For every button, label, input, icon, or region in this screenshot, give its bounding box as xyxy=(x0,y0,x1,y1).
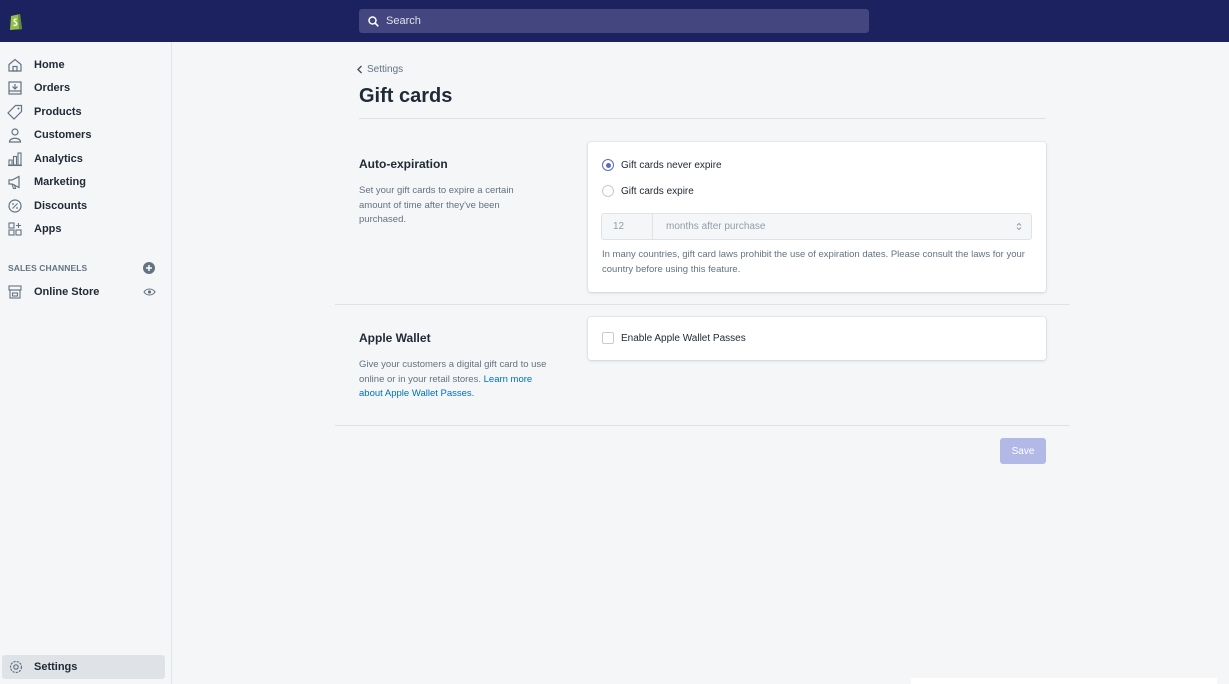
radio-expire[interactable]: Gift cards expire xyxy=(602,185,694,197)
sidebar-item-analytics[interactable]: Analytics xyxy=(0,148,172,170)
apple-wallet-description: Give your customers a digital gift card … xyxy=(359,358,547,402)
breadcrumb-back-settings[interactable]: Settings xyxy=(356,64,403,75)
sidebar: Home Orders Products Customers Analytics… xyxy=(0,42,172,684)
select-arrows-icon xyxy=(1016,222,1022,231)
discount-icon xyxy=(8,199,22,213)
enable-apple-wallet-checkbox[interactable] xyxy=(602,332,614,344)
megaphone-icon xyxy=(8,175,20,190)
chevron-left-icon xyxy=(357,65,362,74)
orders-icon xyxy=(8,81,22,95)
section-divider xyxy=(335,304,1070,305)
sidebar-item-label: Orders xyxy=(34,82,71,94)
save-button[interactable]: Save xyxy=(1000,438,1046,464)
page-title: Gift cards xyxy=(359,85,453,107)
sidebar-item-products[interactable]: Products xyxy=(0,101,172,123)
enable-apple-wallet-option[interactable]: Enable Apple Wallet Passes xyxy=(602,332,746,344)
auto-expiration-title: Auto-expiration xyxy=(359,157,448,171)
apple-wallet-card: Enable Apple Wallet Passes xyxy=(588,317,1046,360)
expiration-period-select[interactable]: months after purchase xyxy=(653,214,1031,239)
sidebar-item-settings[interactable]: Settings xyxy=(2,655,165,679)
footer-divider xyxy=(335,425,1070,426)
sidebar-item-label: Discounts xyxy=(34,200,88,212)
expiration-months-input[interactable]: 12 xyxy=(602,214,653,239)
sidebar-item-apps[interactable]: Apps xyxy=(0,218,172,240)
sidebar-item-label: Customers xyxy=(34,129,92,141)
sales-channels-heading: SALES CHANNELS xyxy=(8,263,88,273)
radio-never-expire-input[interactable] xyxy=(602,159,614,171)
radio-never-expire-label: Gift cards never expire xyxy=(621,159,722,171)
sidebar-item-label: Online Store xyxy=(34,286,100,298)
sidebar-item-marketing[interactable]: Marketing xyxy=(0,171,172,193)
sidebar-item-label: Home xyxy=(34,59,65,71)
sidebar-item-label: Settings xyxy=(34,661,78,673)
radio-never-expire[interactable]: Gift cards never expire xyxy=(602,159,722,171)
search-icon xyxy=(368,15,379,27)
expiration-law-note: In many countries, gift card laws prohib… xyxy=(602,249,1025,275)
sidebar-item-customers[interactable]: Customers xyxy=(0,124,172,146)
sidebar-item-home[interactable]: Home xyxy=(0,54,172,76)
expiration-period-group: 12 months after purchase xyxy=(601,213,1032,240)
auto-expiration-card: Gift cards never expire Gift cards expir… xyxy=(588,142,1046,292)
bottom-overlay-strip xyxy=(911,678,1217,684)
sidebar-item-label: Analytics xyxy=(34,153,83,165)
home-icon xyxy=(8,58,22,72)
store-icon xyxy=(8,285,22,299)
expiration-period-value: months after purchase xyxy=(666,221,766,232)
apple-wallet-title: Apple Wallet xyxy=(359,331,431,345)
sidebar-item-label: Marketing xyxy=(34,176,86,188)
bar-chart-icon xyxy=(8,152,22,167)
person-icon xyxy=(8,128,22,143)
apps-icon xyxy=(8,222,22,236)
sidebar-item-label: Products xyxy=(34,106,82,118)
sidebar-item-discounts[interactable]: Discounts xyxy=(0,195,172,217)
search-input[interactable] xyxy=(386,15,846,27)
breadcrumb-label: Settings xyxy=(367,64,404,75)
top-bar xyxy=(0,0,1229,42)
enable-apple-wallet-label: Enable Apple Wallet Passes xyxy=(621,332,746,344)
radio-expire-label: Gift cards expire xyxy=(621,185,694,197)
title-divider xyxy=(359,118,1046,119)
view-store-eye-icon[interactable] xyxy=(143,286,156,298)
gear-icon xyxy=(9,660,23,674)
search-bar[interactable] xyxy=(359,9,869,33)
tag-icon xyxy=(7,104,23,120)
radio-expire-input[interactable] xyxy=(602,185,614,197)
auto-expiration-description: Set your gift cards to expire a certain … xyxy=(359,185,514,225)
add-sales-channel-icon[interactable] xyxy=(143,262,155,274)
sidebar-item-orders[interactable]: Orders xyxy=(0,77,172,99)
sidebar-item-label: Apps xyxy=(34,223,62,235)
shopify-logo-icon[interactable] xyxy=(9,11,23,31)
